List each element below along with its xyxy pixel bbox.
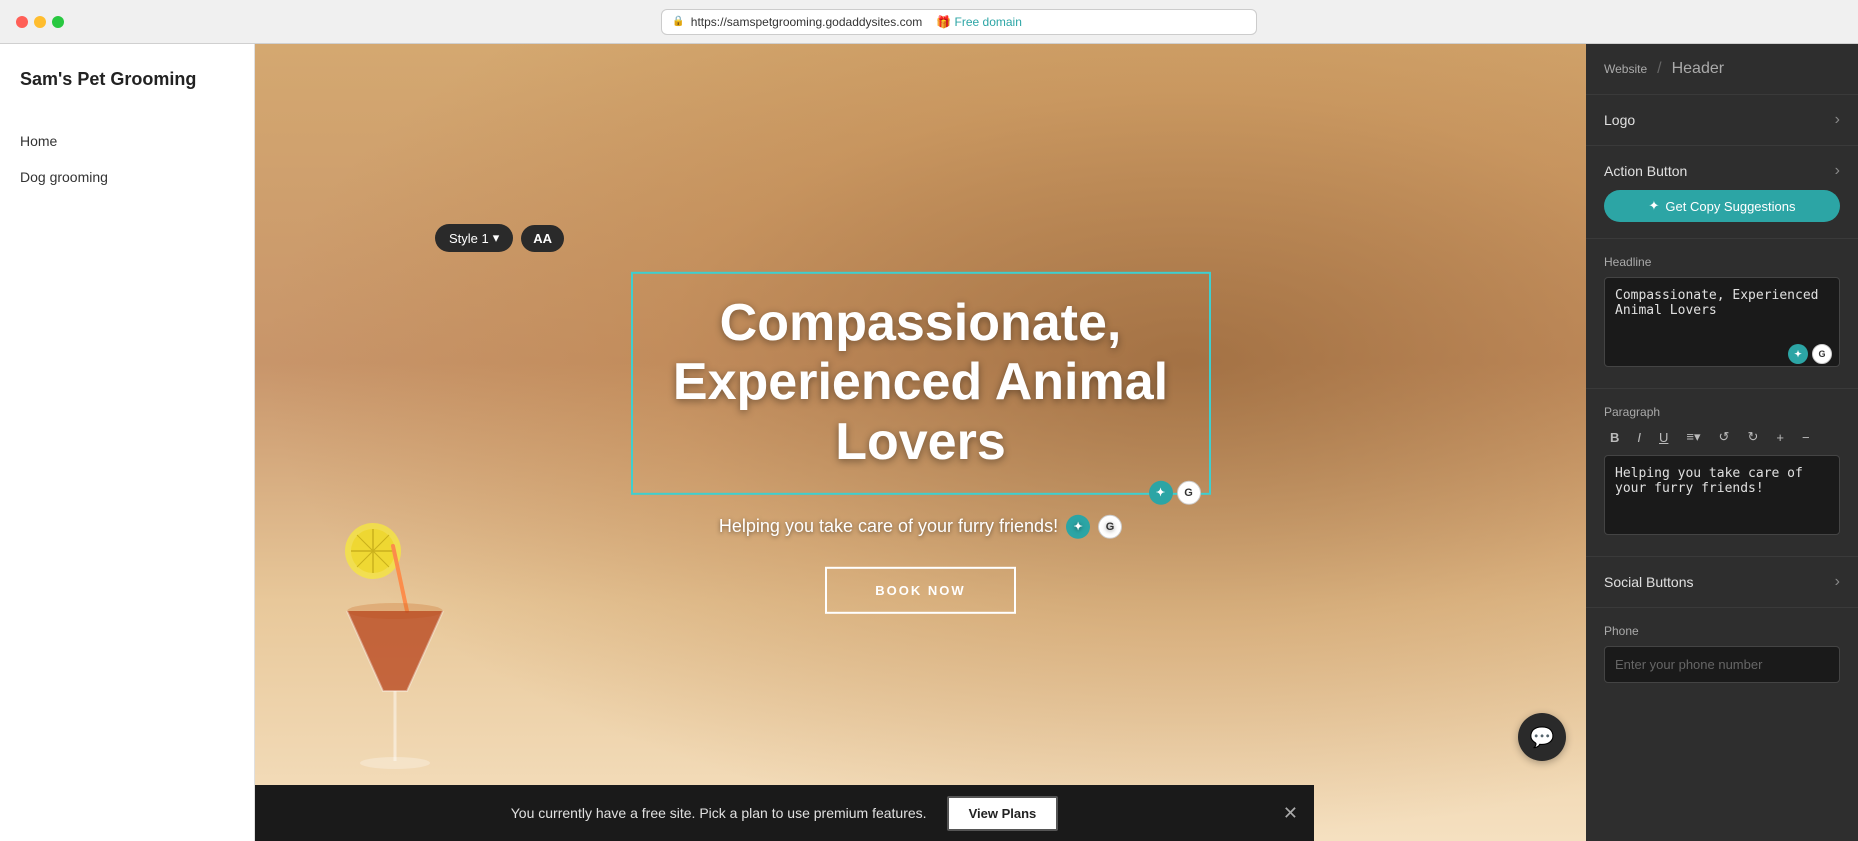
close-traffic-light[interactable] [16,16,28,28]
banner-text: You currently have a free site. Pick a p… [511,805,927,821]
headline-field-grammarly-icon[interactable]: G [1812,344,1832,364]
headline-textarea-ai-icons: ✦ G [1788,344,1832,364]
bottom-banner: You currently have a free site. Pick a p… [255,785,1314,841]
right-panel: Website / Header Logo › Action Button › … [1586,44,1858,841]
maximize-traffic-light[interactable] [52,16,64,28]
list-button[interactable]: ≡▾ [1680,427,1706,447]
lock-icon: 🔒 [672,16,684,27]
style-dropdown[interactable]: Style 1 ▾ [435,224,513,252]
minimize-traffic-light[interactable] [34,16,46,28]
view-plans-button[interactable]: View Plans [947,796,1059,831]
chat-icon: 💬 [1530,725,1555,750]
subtitle-grammarly-icon[interactable]: G [1098,515,1122,539]
logo-label: Logo [1604,112,1635,128]
headline-ai-icon[interactable]: ✦ [1149,481,1173,505]
headline-field-ai-icon[interactable]: ✦ [1788,344,1808,364]
panel-breadcrumb: Website / Header [1586,44,1858,95]
bold-button[interactable]: B [1604,428,1625,447]
action-button-label: Action Button [1604,163,1687,179]
main-area: Sam's Pet Grooming Home Dog grooming [0,44,1858,841]
chevron-down-icon: ▾ [493,230,500,246]
social-buttons-section[interactable]: Social Buttons › [1586,557,1858,608]
phone-section: Phone [1586,608,1858,699]
domain-icon: 🎁 [936,15,951,29]
get-copy-suggestions-button[interactable]: ✦ Get Copy Suggestions [1604,190,1840,222]
decrease-size-button[interactable]: − [1796,428,1816,447]
website-sidebar: Sam's Pet Grooming Home Dog grooming [0,44,255,841]
italic-button[interactable]: I [1631,428,1647,447]
phone-field-label: Phone [1604,624,1840,638]
headline-field-label: Headline [1604,255,1840,269]
sparkle-icon: ✦ [1649,198,1660,214]
aa-button[interactable]: AA [521,225,564,252]
site-title: Sam's Pet Grooming [20,68,234,91]
headline-section: Headline ✦ G [1586,239,1858,389]
logo-section[interactable]: Logo › [1586,95,1858,146]
breadcrumb-separator: / [1657,60,1661,78]
logo-chevron-icon: › [1835,111,1840,129]
hero-subtitle: Helping you take care of your furry frie… [631,515,1211,539]
hero-content: Compassionate, Experienced Animal Lovers… [631,271,1211,613]
cocktail-decoration [335,521,455,821]
redo-button[interactable]: ↻ [1741,427,1764,447]
free-domain-badge: 🎁 Free domain [936,15,1022,29]
traffic-lights [16,16,64,28]
phone-input[interactable] [1604,646,1840,683]
breadcrumb-website[interactable]: Website [1604,62,1647,76]
headline-textarea-wrapper: ✦ G [1604,277,1840,372]
hero-headline-box[interactable]: Compassionate, Experienced Animal Lovers… [631,271,1211,494]
subtitle-ai-icon[interactable]: ✦ [1066,515,1090,539]
hero-section: Style 1 ▾ AA Compassionate, Experienced … [255,44,1586,841]
increase-size-button[interactable]: + [1770,428,1790,447]
url-text: https://samspetgrooming.godaddysites.com [691,15,922,29]
hero-headline: Compassionate, Experienced Animal Lovers [657,293,1185,472]
social-buttons-label: Social Buttons [1604,574,1694,590]
nav-menu: Home Dog grooming [20,123,234,195]
paragraph-textarea[interactable] [1604,455,1840,535]
website-canvas: Style 1 ▾ AA Compassionate, Experienced … [255,44,1586,841]
style-selector: Style 1 ▾ AA [435,224,564,252]
action-button-chevron-icon: › [1835,162,1840,180]
book-now-button[interactable]: BOOK NOW [825,567,1015,614]
headline-ai-icons: ✦ G [1149,481,1201,505]
social-buttons-chevron-icon: › [1835,573,1840,591]
headline-grammarly-icon[interactable]: G [1177,481,1201,505]
banner-close-button[interactable]: ✕ [1283,803,1298,824]
underline-button[interactable]: U [1653,428,1674,447]
formatting-toolbar: B I U ≡▾ ↺ ↻ + − [1604,427,1840,447]
nav-item-home[interactable]: Home [20,123,234,159]
style-label: Style 1 [449,231,489,246]
nav-item-dog-grooming[interactable]: Dog grooming [20,159,234,195]
paragraph-field-label: Paragraph [1604,405,1840,419]
address-bar[interactable]: 🔒 https://samspetgrooming.godaddysites.c… [661,9,1256,35]
breadcrumb-header: Header [1672,60,1724,78]
paragraph-section: Paragraph B I U ≡▾ ↺ ↻ + − [1586,389,1858,557]
browser-chrome: 🔒 https://samspetgrooming.godaddysites.c… [0,0,1858,44]
undo-button[interactable]: ↺ [1713,427,1736,447]
action-button-section: Action Button › ✦ Get Copy Suggestions [1586,146,1858,239]
chat-button[interactable]: 💬 [1518,713,1566,761]
